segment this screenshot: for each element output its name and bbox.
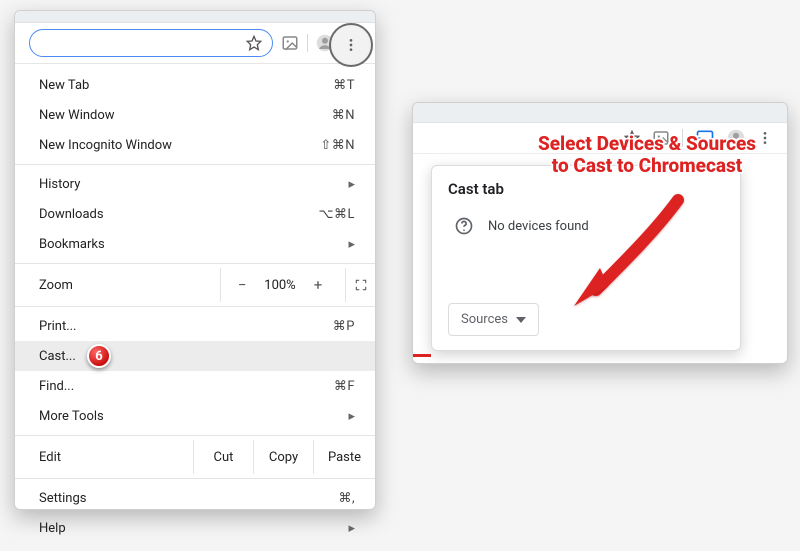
menu-label: Find... bbox=[39, 379, 334, 394]
menu-label: Edit bbox=[15, 440, 193, 474]
menu-shortcut: ⇧⌘N bbox=[320, 138, 355, 153]
menu-more-tools[interactable]: More Tools ▸ bbox=[15, 401, 375, 431]
menu-label: History bbox=[39, 177, 340, 192]
cast-popup-panel: Cast tab No devices found Sources bbox=[412, 102, 788, 364]
menu-find[interactable]: Find... ⌘F bbox=[15, 371, 375, 401]
menu-label: New Incognito Window bbox=[39, 138, 320, 153]
menu-print[interactable]: Print... ⌘P bbox=[15, 311, 375, 341]
window-titlebar bbox=[15, 11, 375, 23]
menu-zoom: Zoom − 100% + bbox=[15, 268, 375, 302]
menu-label: Settings bbox=[39, 491, 338, 506]
menu-downloads[interactable]: Downloads ⌥⌘L bbox=[15, 199, 375, 229]
menu-shortcut: ⌥⌘L bbox=[319, 207, 355, 222]
menu-new-tab[interactable]: New Tab ⌘T bbox=[15, 70, 375, 100]
menu-history[interactable]: History ▸ bbox=[15, 169, 375, 199]
toolbar-separator bbox=[682, 129, 683, 147]
chevron-right-icon: ▸ bbox=[348, 409, 355, 424]
zoom-in-button[interactable]: + bbox=[311, 276, 325, 294]
menu-shortcut: ⌘T bbox=[333, 78, 355, 93]
toolbar bbox=[15, 23, 375, 64]
cast-status-text: No devices found bbox=[488, 219, 589, 234]
star-icon[interactable] bbox=[624, 130, 640, 146]
menu-label: Print... bbox=[39, 319, 333, 334]
menu-label: New Window bbox=[39, 108, 332, 123]
edit-copy-button[interactable]: Copy bbox=[253, 440, 313, 474]
profile-icon[interactable] bbox=[727, 129, 745, 147]
star-icon[interactable] bbox=[246, 35, 262, 51]
step-badge-6: 6 bbox=[87, 344, 111, 368]
window-titlebar bbox=[413, 103, 787, 123]
menu-label: More Tools bbox=[39, 409, 340, 424]
more-menu-button-highlight bbox=[329, 23, 373, 67]
menu-shortcut: ⌘P bbox=[333, 319, 355, 334]
toolbar bbox=[413, 123, 787, 154]
menu-help[interactable]: Help ▸ bbox=[15, 513, 375, 543]
cast-popup: Cast tab No devices found Sources bbox=[431, 165, 741, 351]
cast-icon[interactable] bbox=[695, 128, 715, 148]
help-icon[interactable] bbox=[454, 216, 474, 236]
menu-cast[interactable]: Cast... 6 bbox=[15, 341, 375, 371]
menu-separator bbox=[15, 306, 375, 307]
menu-label: Bookmarks bbox=[39, 237, 340, 252]
zoom-out-button[interactable]: − bbox=[235, 276, 249, 294]
image-icon[interactable] bbox=[652, 129, 670, 147]
menu-new-incognito[interactable]: New Incognito Window ⇧⌘N bbox=[15, 130, 375, 160]
overflow-menu: New Tab ⌘T New Window ⌘N New Incognito W… bbox=[15, 64, 375, 551]
menu-separator bbox=[15, 478, 375, 479]
zoom-value: 100% bbox=[261, 278, 299, 293]
menu-shortcut: ⌘F bbox=[334, 379, 355, 394]
image-icon[interactable] bbox=[281, 34, 299, 52]
annotation-underline bbox=[413, 354, 431, 357]
sources-label: Sources bbox=[461, 312, 508, 327]
fullscreen-icon[interactable] bbox=[345, 268, 375, 302]
chevron-right-icon: ▸ bbox=[348, 237, 355, 252]
address-bar[interactable] bbox=[29, 29, 273, 57]
caret-down-icon bbox=[516, 317, 526, 323]
chevron-right-icon: ▸ bbox=[348, 521, 355, 536]
menu-shortcut: ⌘, bbox=[338, 491, 355, 506]
edit-paste-button[interactable]: Paste bbox=[313, 440, 375, 474]
chevron-right-icon: ▸ bbox=[348, 177, 355, 192]
menu-settings[interactable]: Settings ⌘, bbox=[15, 483, 375, 513]
menu-separator bbox=[15, 435, 375, 436]
menu-new-window[interactable]: New Window ⌘N bbox=[15, 100, 375, 130]
menu-edit: Edit Cut Copy Paste bbox=[15, 440, 375, 474]
more-vert-icon[interactable] bbox=[343, 37, 359, 53]
chrome-menu-panel: New Tab ⌘T New Window ⌘N New Incognito W… bbox=[14, 10, 376, 510]
menu-label: New Tab bbox=[39, 78, 333, 93]
menu-separator bbox=[15, 164, 375, 165]
menu-label: Downloads bbox=[39, 207, 319, 222]
menu-label: Help bbox=[39, 521, 340, 536]
more-vert-icon[interactable] bbox=[757, 130, 773, 146]
sources-dropdown[interactable]: Sources bbox=[448, 303, 539, 336]
menu-shortcut: ⌘N bbox=[332, 108, 355, 123]
menu-label: Zoom bbox=[15, 278, 220, 293]
toolbar-separator bbox=[307, 34, 308, 52]
cast-status-row: No devices found bbox=[448, 216, 724, 236]
cast-popup-title: Cast tab bbox=[448, 180, 724, 198]
edit-cut-button[interactable]: Cut bbox=[193, 440, 253, 474]
menu-bookmarks[interactable]: Bookmarks ▸ bbox=[15, 229, 375, 259]
menu-separator bbox=[15, 263, 375, 264]
